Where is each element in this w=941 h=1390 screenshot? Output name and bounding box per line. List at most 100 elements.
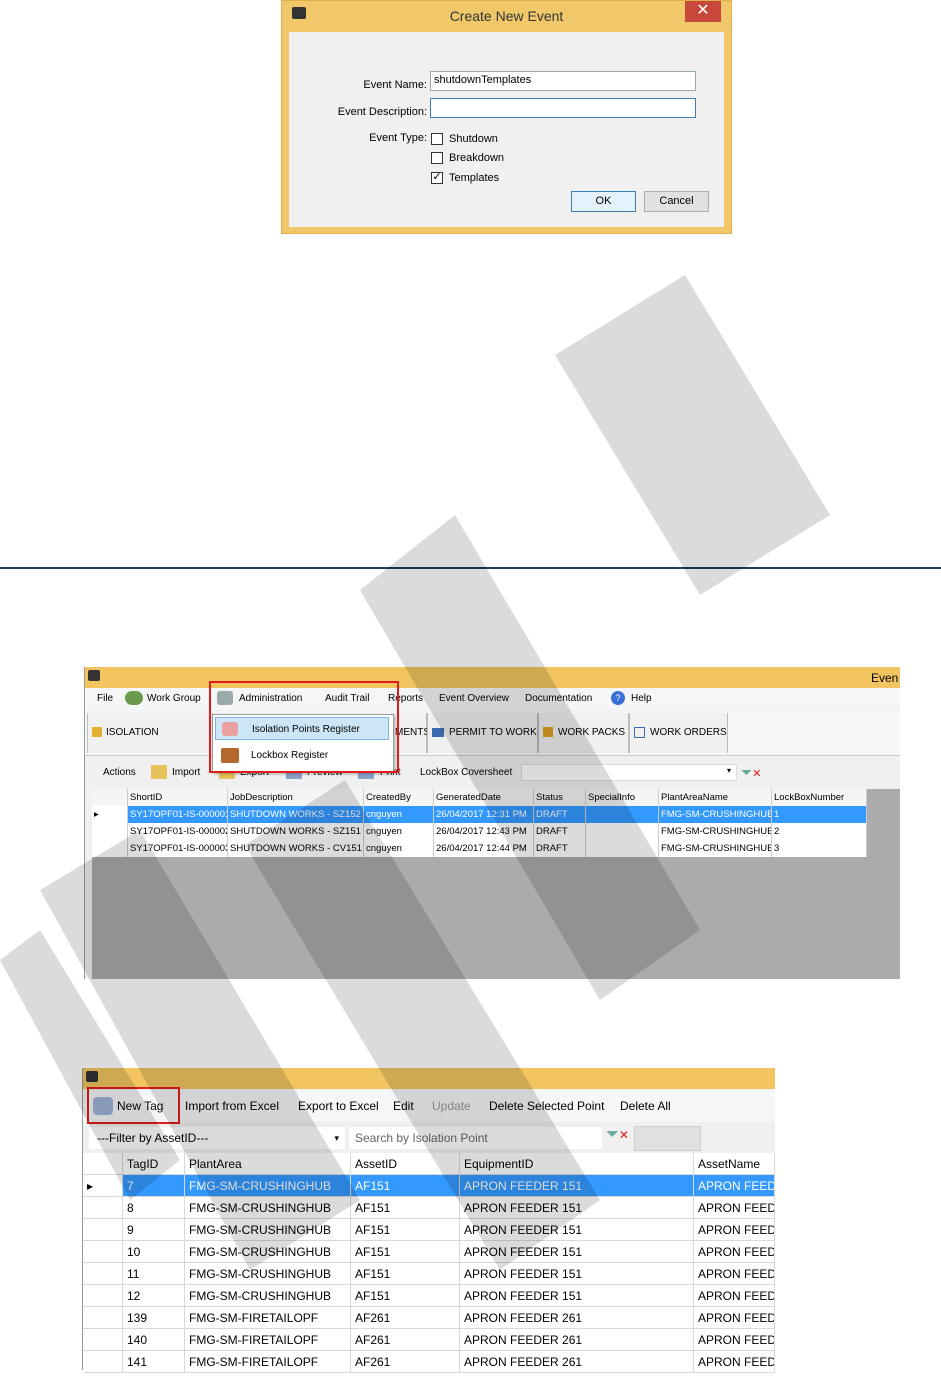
cell: cnguyen (364, 823, 434, 840)
clear-filter-icon[interactable]: ⏷✕ (741, 764, 761, 781)
cancel-button[interactable]: Cancel (644, 191, 709, 212)
table-row[interactable]: SY17OPF01-IS-000003 SHUTDOWN WORKS - CV1… (92, 840, 867, 857)
breakdown-checkbox[interactable] (431, 152, 443, 164)
table-row[interactable]: 139 FMG-SM-FIRETAILOPF AF261 APRON FEEDER 2… (83, 1307, 775, 1329)
cell: SHUTDOWN WORKS - CV151 (228, 840, 364, 857)
event-description-label: Event Description: (337, 106, 427, 118)
event-description-field[interactable] (430, 98, 696, 118)
table-row[interactable]: 141 FMG-SM-FIRETAILOPF AF261 APRON FEEDER 2… (83, 1351, 775, 1373)
export-excel-button[interactable]: Export to Excel (298, 1099, 379, 1113)
section-divider (0, 567, 941, 569)
close-button[interactable]: ✕ (685, 1, 721, 22)
event-type-label: Event Type: (369, 132, 427, 144)
table-row[interactable]: ▸ SY17OPF01-IS-000001 SHUTDOWN WORKS - S… (92, 806, 867, 823)
cell: FMG-SM-CRUSHINGHUB (659, 806, 772, 823)
cell: FMG-SM-CRUSHINGHUB (185, 1285, 351, 1307)
cell: 26/04/2017 12:43 PM (434, 823, 534, 840)
tab-work-packs[interactable]: WORK PACKS (538, 713, 629, 753)
col-plantarea[interactable]: PlantArea (185, 1153, 351, 1175)
cell: 26/04/2017 12:44 PM (434, 840, 534, 857)
event-name-field[interactable]: shutdownTemplates (430, 71, 696, 91)
row-header-cell (83, 1307, 123, 1329)
cell: 8 (123, 1197, 185, 1219)
cell: 7 (123, 1175, 185, 1197)
menu-event-overview[interactable]: Event Overview (439, 693, 509, 704)
cell: AF261 (351, 1351, 460, 1373)
search-input[interactable]: Search by Isolation Point (349, 1127, 602, 1149)
delete-selected-button[interactable]: Delete Selected Point (489, 1099, 604, 1113)
tab-label: MENTS (395, 727, 430, 738)
col-assetname[interactable]: AssetName (694, 1153, 775, 1175)
cell: 139 (123, 1307, 185, 1329)
admin-screenshot: Even File Work Group Administration Audi… (84, 667, 900, 979)
cell: AF261 (351, 1307, 460, 1329)
work-group-icon (125, 691, 143, 705)
col-shortid[interactable]: ShortID (128, 789, 228, 806)
cell: AF151 (351, 1241, 460, 1263)
module-tabs: ISOLATION STATEMEN MENTS PERMIT TO WORK … (85, 711, 900, 778)
tab-work-orders[interactable]: WORK ORDERS (629, 713, 728, 753)
cell: SHUTDOWN WORKS - SZ152 (228, 806, 364, 823)
table-row[interactable]: 140 FMG-SM-FIRETAILOPF AF261 APRON FEEDER 2… (83, 1329, 775, 1351)
cell: APRON FEEDEI (694, 1241, 775, 1263)
row-header-cell (83, 1153, 123, 1175)
table-row[interactable]: ▸ 7 FMG-SM-CRUSHINGHUB AF151 APRON FEEDER 15… (83, 1175, 775, 1197)
table-row[interactable]: 8 FMG-SM-CRUSHINGHUB AF151 APRON FEEDER 151… (83, 1197, 775, 1219)
isolation-points-grid: TagID PlantArea AssetID EquipmentID Asse… (83, 1153, 775, 1373)
edit-button[interactable]: Edit (393, 1099, 414, 1113)
col-equipmentid[interactable]: EquipmentID (460, 1153, 694, 1175)
cell: APRON FEEDEI (694, 1329, 775, 1351)
table-row[interactable]: 12 FMG-SM-CRUSHINGHUB AF151 APRON FEEDER 15… (83, 1285, 775, 1307)
shutdown-checkbox[interactable] (431, 133, 443, 145)
cell: APRON FEEDEI (694, 1307, 775, 1329)
row-header-cell (92, 840, 128, 857)
menu-file[interactable]: File (97, 693, 113, 704)
table-row[interactable]: SY17OPF01-IS-000002 SHUTDOWN WORKS - SZ1… (92, 823, 867, 840)
menu-documentation[interactable]: Documentation (525, 693, 592, 704)
col-jobdescription[interactable]: JobDescription (228, 789, 364, 806)
templates-checkbox[interactable]: ✓ (431, 172, 443, 184)
tab-label: PERMIT TO WORK (449, 727, 537, 738)
highlight-box (209, 681, 399, 773)
import-excel-button[interactable]: Import from Excel (185, 1099, 279, 1113)
asset-filter-select[interactable]: ---Filter by AssetID--- ▾ (89, 1127, 345, 1149)
grid-header: TagID PlantArea AssetID EquipmentID Asse… (83, 1153, 775, 1175)
col-status[interactable]: Status (534, 789, 586, 806)
col-specialinfo[interactable]: SpecialInfo (586, 789, 659, 806)
table-row[interactable]: 9 FMG-SM-CRUSHINGHUB AF151 APRON FEEDER 151… (83, 1219, 775, 1241)
cell: APRON FEEDER 261 (460, 1307, 694, 1329)
menu-help[interactable]: Help (631, 693, 652, 704)
cell: 26/04/2017 12:31 PM (434, 806, 534, 823)
menu-work-group[interactable]: Work Group (147, 693, 201, 704)
dialog-body: Event Name: shutdownTemplates Event Desc… (289, 32, 724, 227)
col-generateddate[interactable]: GeneratedDate (434, 789, 534, 806)
cell: AF151 (351, 1175, 460, 1197)
col-assetid[interactable]: AssetID (351, 1153, 460, 1175)
tab-isolation-statements[interactable]: ISOLATION STATEMEN (87, 713, 213, 778)
col-plantareaname[interactable]: PlantAreaName (659, 789, 772, 806)
delete-all-button[interactable]: Delete All (620, 1099, 671, 1113)
cell: AF261 (351, 1329, 460, 1351)
table-row[interactable]: 11 FMG-SM-CRUSHINGHUB AF151 APRON FEEDER 15… (83, 1263, 775, 1285)
cell: AF151 (351, 1263, 460, 1285)
lockbox-coversheet-select[interactable]: ▾ (521, 764, 737, 781)
create-event-dialog: Create New Event ✕ Event Name: shutdownT… (281, 0, 732, 234)
dialog-title: Create New Event (449, 8, 564, 24)
import-button[interactable]: Import (172, 767, 200, 778)
clear-filter-icon[interactable]: ⏷✕ (606, 1126, 629, 1144)
ok-button[interactable]: OK (571, 191, 636, 212)
tab-permit-to-work[interactable]: PERMIT TO WORK (427, 713, 538, 753)
tab-label: WORK ORDERS (650, 727, 727, 738)
cell: APRON FEEDER 261 (460, 1351, 694, 1373)
cell: SHUTDOWN WORKS - SZ151 (228, 823, 364, 840)
cell: DRAFT (534, 806, 586, 823)
cell: 9 (123, 1219, 185, 1241)
col-lockboxnumber[interactable]: LockBoxNumber (772, 789, 867, 806)
update-button[interactable]: Update (432, 1099, 471, 1113)
table-row[interactable]: 10 FMG-SM-CRUSHINGHUB AF151 APRON FEEDER 15… (83, 1241, 775, 1263)
col-createdby[interactable]: CreatedBy (364, 789, 434, 806)
cell: APRON FEEDER 261 (460, 1329, 694, 1351)
filter-button[interactable] (634, 1126, 701, 1151)
cell: 140 (123, 1329, 185, 1351)
col-tagid[interactable]: TagID (123, 1153, 185, 1175)
